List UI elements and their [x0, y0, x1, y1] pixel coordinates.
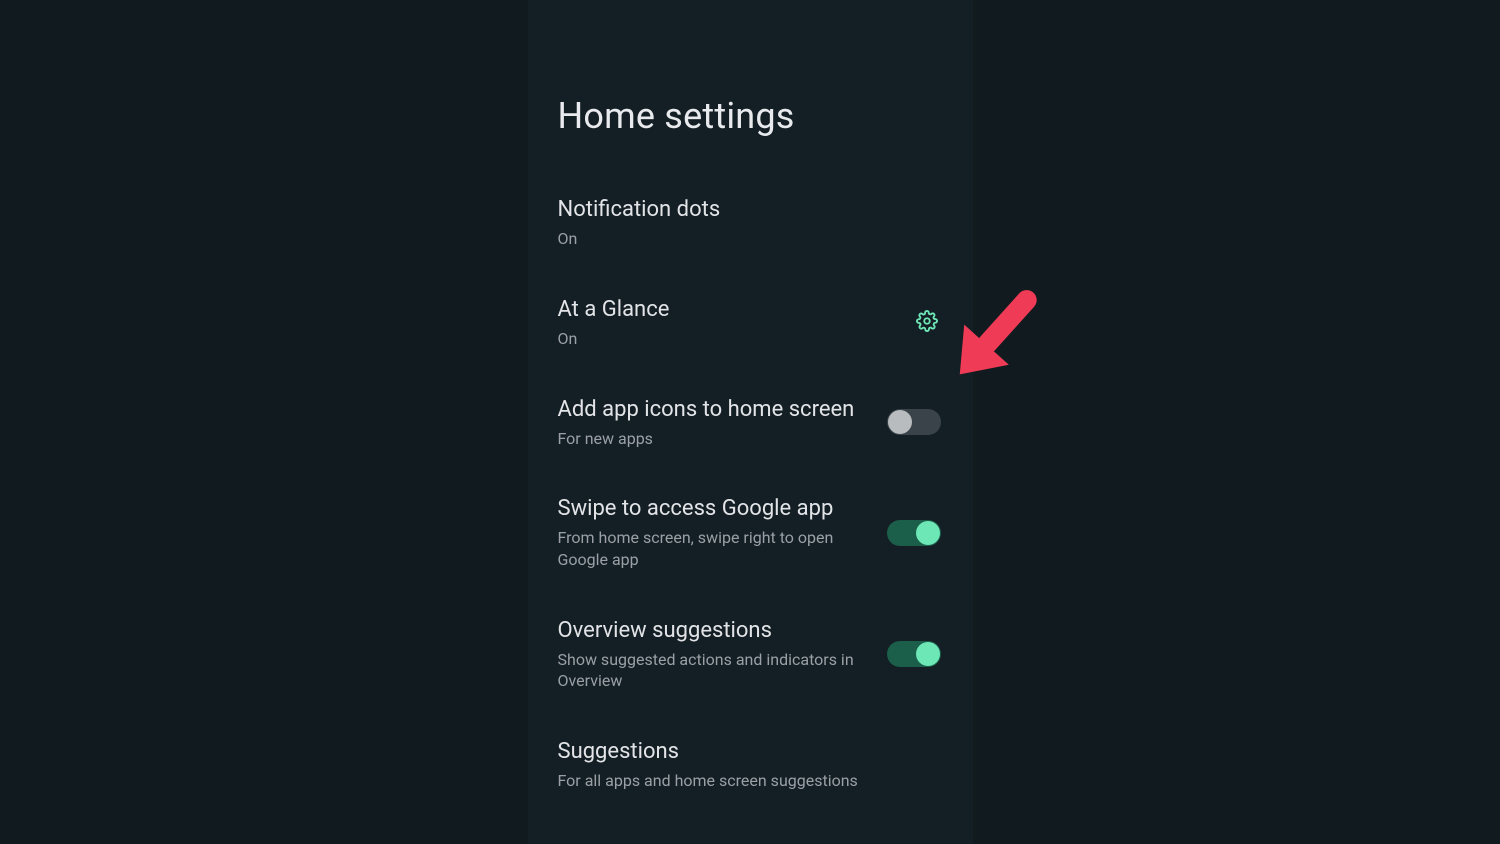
setting-at-a-glance[interactable]: At a Glance On [528, 282, 973, 364]
setting-text: Swipe to access Google app From home scr… [558, 495, 869, 570]
divider-spacer [528, 463, 973, 481]
at-a-glance-settings-button[interactable] [913, 309, 941, 337]
toggle-thumb [916, 642, 940, 666]
setting-title: Swipe to access Google app [558, 495, 863, 523]
swipe-google-toggle[interactable] [887, 520, 941, 546]
setting-text: Add app icons to home screen For new app… [558, 396, 869, 450]
setting-title: Overview suggestions [558, 617, 863, 645]
setting-subtitle: Show suggested actions and indicators in… [558, 649, 863, 692]
toggle-thumb [916, 521, 940, 545]
setting-add-app-icons[interactable]: Add app icons to home screen For new app… [528, 382, 973, 464]
add-app-icons-toggle[interactable] [887, 409, 941, 435]
setting-text: Suggestions For all apps and home screen… [558, 738, 943, 792]
setting-notification-dots[interactable]: Notification dots On [528, 182, 973, 264]
divider-spacer [528, 364, 973, 382]
setting-subtitle: For new apps [558, 428, 863, 450]
gear-icon [916, 310, 938, 335]
setting-title: Suggestions [558, 738, 937, 766]
divider-spacer [528, 706, 973, 724]
page-title: Home settings [528, 0, 973, 182]
setting-subtitle: For all apps and home screen suggestions [558, 770, 937, 792]
overview-suggestions-toggle[interactable] [887, 641, 941, 667]
settings-panel: Home settings Notification dots On At a … [528, 0, 973, 844]
setting-subtitle: On [558, 328, 889, 350]
setting-subtitle: On [558, 228, 937, 250]
setting-title: Add app icons to home screen [558, 396, 863, 424]
toggle-thumb [888, 410, 912, 434]
setting-overview-suggestions[interactable]: Overview suggestions Show suggested acti… [528, 603, 973, 706]
setting-suggestions[interactable]: Suggestions For all apps and home screen… [528, 724, 973, 806]
setting-swipe-google[interactable]: Swipe to access Google app From home scr… [528, 481, 973, 584]
divider-spacer [528, 585, 973, 603]
setting-text: Overview suggestions Show suggested acti… [558, 617, 869, 692]
setting-subtitle: From home screen, swipe right to open Go… [558, 527, 863, 570]
setting-text: Notification dots On [558, 196, 943, 250]
setting-title: Notification dots [558, 196, 937, 224]
divider-spacer [528, 264, 973, 282]
setting-title: At a Glance [558, 296, 889, 324]
setting-text: At a Glance On [558, 296, 895, 350]
